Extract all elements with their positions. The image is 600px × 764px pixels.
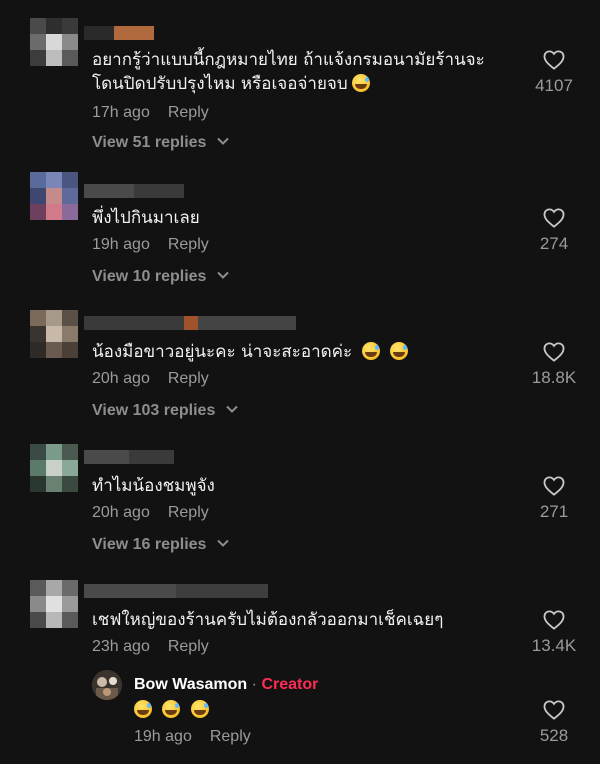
heart-outline-icon: [543, 700, 565, 720]
timestamp: 20h ago: [92, 370, 150, 387]
tears-of-joy-emoji: [162, 700, 181, 718]
username-blurred[interactable]: [84, 316, 296, 330]
view-replies-button[interactable]: View 51 replies: [92, 134, 229, 152]
separator-dot: ·: [251, 676, 257, 693]
like-count: 4107: [535, 76, 573, 95]
like-button[interactable]: 271: [524, 476, 584, 522]
chevron-down-icon: [217, 540, 229, 548]
timestamp: 20h ago: [92, 504, 150, 521]
comment-meta: 20h ago Reply: [92, 504, 209, 522]
like-count: 271: [539, 502, 569, 521]
avatar[interactable]: [30, 18, 78, 66]
like-count: 13.4K: [531, 636, 577, 655]
reply-button[interactable]: Reply: [168, 236, 209, 253]
grinning-sweat-emoji: [390, 342, 409, 360]
comment-text: เชฟใหญ่ของร้านครับไม่ต้องกลัวออกมาเช็คเฉ…: [92, 610, 444, 630]
username-blurred[interactable]: [84, 584, 268, 598]
heart-outline-icon: [543, 610, 565, 630]
comment-text: ทำไมน้องชมพูจัง: [92, 476, 215, 496]
avatar-image: [92, 670, 122, 700]
reply-button[interactable]: Reply: [168, 504, 209, 521]
heart-outline-icon: [543, 342, 565, 362]
comment-text: น้องมือขาวอยู่นะคะ น่าจะสะอาดค่ะ: [92, 340, 409, 364]
grinning-sweat-emoji: [362, 342, 381, 360]
creator-name-line: Bow Wasamon · Creator: [134, 676, 318, 694]
reply-button[interactable]: Reply: [168, 370, 209, 387]
reply-button[interactable]: Reply: [168, 104, 209, 121]
tears-of-joy-emoji: [190, 700, 209, 718]
avatar[interactable]: [30, 580, 78, 628]
avatar[interactable]: [30, 310, 78, 358]
timestamp: 17h ago: [92, 104, 150, 121]
comment-meta: 17h ago Reply: [92, 104, 209, 122]
heart-outline-icon: [543, 50, 565, 70]
creator-avatar[interactable]: [92, 670, 122, 700]
like-button[interactable]: 4107: [524, 50, 584, 96]
chevron-down-icon: [217, 138, 229, 146]
like-count: 528: [539, 726, 569, 745]
avatar[interactable]: [30, 444, 78, 492]
creator-username[interactable]: Bow Wasamon: [134, 676, 247, 693]
like-button[interactable]: 274: [524, 208, 584, 254]
timestamp: 19h ago: [134, 728, 192, 745]
creator-badge: Creator: [261, 676, 319, 693]
reply-button[interactable]: Reply: [168, 638, 209, 655]
username-blurred[interactable]: [84, 450, 174, 464]
comment-meta: 23h ago Reply: [92, 638, 209, 656]
comment-meta: 20h ago Reply: [92, 370, 209, 388]
comment-meta: 19h ago Reply: [92, 236, 209, 254]
timestamp: 23h ago: [92, 638, 150, 655]
like-count: 274: [539, 234, 569, 253]
comment-text: พึ่งไปกินมาเลย: [92, 208, 200, 228]
heart-outline-icon: [543, 208, 565, 228]
heart-outline-icon: [543, 476, 565, 496]
comment-text: อยากรู้ว่าแบบนี้กฎหมายไทย ถ้าแจ้งกรมอนาม…: [92, 50, 485, 94]
reply-button[interactable]: Reply: [210, 728, 251, 745]
chevron-down-icon: [226, 406, 238, 414]
reply-text-emojis: [134, 700, 209, 720]
username-blurred[interactable]: [84, 26, 154, 40]
comments-panel: อยากรู้ว่าแบบนี้กฎหมายไทย ถ้าแจ้งกรมอนาม…: [0, 0, 600, 764]
comment-meta: 19h ago Reply: [134, 728, 251, 746]
avatar[interactable]: [30, 172, 78, 220]
chevron-down-icon: [217, 272, 229, 280]
view-replies-button[interactable]: View 10 replies: [92, 268, 229, 286]
timestamp: 19h ago: [92, 236, 150, 253]
username-blurred[interactable]: [84, 184, 184, 198]
like-count: 18.8K: [531, 368, 577, 387]
grinning-sweat-emoji: [351, 74, 370, 92]
like-button[interactable]: 13.4K: [524, 610, 584, 656]
tears-of-joy-emoji: [134, 700, 152, 718]
view-replies-button[interactable]: View 16 replies: [92, 536, 229, 554]
like-button[interactable]: 528: [524, 700, 584, 746]
like-button[interactable]: 18.8K: [524, 342, 584, 388]
view-replies-button[interactable]: View 103 replies: [92, 402, 238, 420]
